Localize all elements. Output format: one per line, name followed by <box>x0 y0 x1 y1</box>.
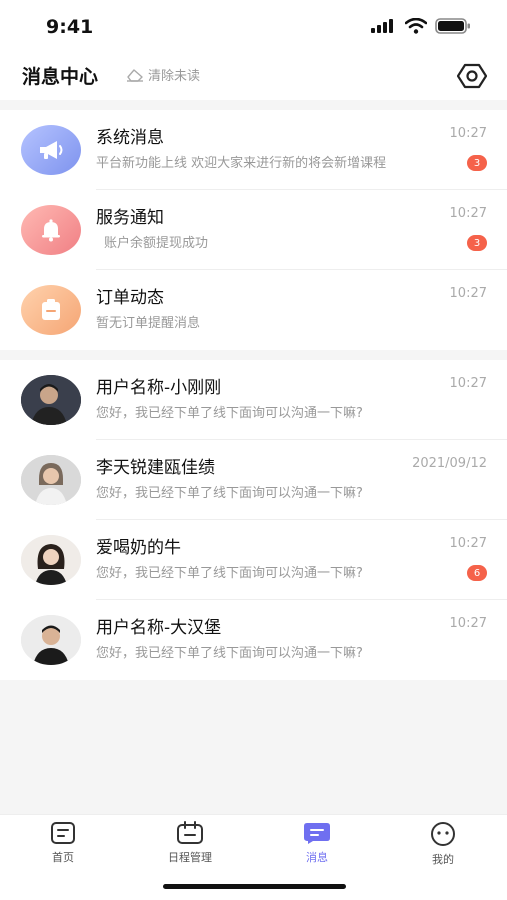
page-title: 消息中心 <box>22 66 99 88</box>
tab-label: 首页 <box>52 851 74 864</box>
order-icon <box>42 299 60 320</box>
chat-time: 10:27 <box>449 376 487 391</box>
chat-time: 10:27 <box>449 616 487 631</box>
home-indicator <box>163 884 346 889</box>
system-avatar <box>21 125 81 175</box>
header: 消息中心 清除未读 <box>0 50 507 100</box>
tab-schedule[interactable]: 日程管理 <box>140 821 240 871</box>
item-title: 服务通知 <box>96 208 164 228</box>
clear-unread-label: 清除未读 <box>148 69 201 84</box>
item-time: 10:27 <box>449 126 487 141</box>
chat-time: 2021/09/12 <box>412 456 487 471</box>
avatar <box>21 455 81 505</box>
user-photo-icon <box>21 615 81 665</box>
chat-name: 用户名称-大汉堡 <box>96 618 222 638</box>
wifi-icon <box>405 18 427 34</box>
status-bar: 9:41 <box>0 0 507 50</box>
bell-icon <box>42 219 60 242</box>
chat-preview: 您好，我已经下单了线下面询可以沟通一下嘛? <box>96 406 363 421</box>
list-item-order[interactable]: 订单动态 暂无订单提醒消息 10:27 <box>0 270 507 350</box>
item-title: 系统消息 <box>96 128 164 148</box>
item-time: 10:27 <box>449 206 487 221</box>
unread-badge: 3 <box>467 235 487 251</box>
tab-messages[interactable]: 消息 <box>267 821 367 871</box>
system-messages-section: 系统消息 平台新功能上线 欢迎大家来进行新的将会新增课程 10:27 3 服务通… <box>0 110 507 350</box>
message-icon <box>304 823 330 844</box>
unread-badge: 3 <box>467 155 487 171</box>
unread-badge: 6 <box>467 565 487 581</box>
chat-item[interactable]: 李天锐建瓯佳绩 您好，我已经下单了线下面询可以沟通一下嘛? 2021/09/12 <box>0 440 507 520</box>
clear-unread-button[interactable]: 清除未读 <box>126 65 200 84</box>
avatar <box>21 615 81 665</box>
chat-item[interactable]: 爱喝奶的牛 您好，我已经下单了线下面询可以沟通一下嘛? 10:27 6 <box>0 520 507 600</box>
order-avatar <box>21 285 81 335</box>
megaphone-icon <box>40 141 63 159</box>
chat-name: 爱喝奶的牛 <box>96 538 181 558</box>
item-time: 10:27 <box>449 286 487 301</box>
item-preview: 平台新功能上线 欢迎大家来进行新的将会新增课程 <box>96 156 387 171</box>
eraser-icon <box>127 68 143 82</box>
chat-name: 李天锐建瓯佳绩 <box>96 458 215 478</box>
avatar <box>21 535 81 585</box>
profile-icon <box>431 822 455 846</box>
tab-home[interactable]: 首页 <box>13 821 113 871</box>
item-preview: 暂无订单提醒消息 <box>96 316 201 331</box>
calendar-icon <box>177 821 203 844</box>
tab-label: 我的 <box>432 853 454 866</box>
chat-item[interactable]: 用户名称-小刚刚 您好，我已经下单了线下面询可以沟通一下嘛? 10:27 <box>0 360 507 440</box>
home-icon <box>51 822 75 844</box>
status-icons <box>371 18 471 34</box>
chat-item[interactable]: 用户名称-大汉堡 您好，我已经下单了线下面询可以沟通一下嘛? 10:27 <box>0 600 507 680</box>
battery-icon <box>435 18 470 34</box>
chat-name: 用户名称-小刚刚 <box>96 378 222 398</box>
chats-section: 用户名称-小刚刚 您好，我已经下单了线下面询可以沟通一下嘛? 10:27 李天锐… <box>0 360 507 680</box>
user-photo-icon <box>21 535 81 585</box>
status-time: 9:41 <box>46 16 94 38</box>
list-item-service[interactable]: 服务通知 账户余额提现成功 10:27 3 <box>0 190 507 270</box>
user-photo-icon <box>21 455 81 505</box>
chat-preview: 您好，我已经下单了线下面询可以沟通一下嘛? <box>96 566 363 581</box>
chat-preview: 您好，我已经下单了线下面询可以沟通一下嘛? <box>96 646 363 661</box>
chat-preview: 您好，我已经下单了线下面询可以沟通一下嘛? <box>96 486 363 501</box>
tab-label: 消息 <box>306 851 328 864</box>
tab-label: 日程管理 <box>168 851 212 864</box>
user-photo-icon <box>21 375 81 425</box>
item-title: 订单动态 <box>96 288 164 308</box>
chat-time: 10:27 <box>449 536 487 551</box>
signal-icon <box>371 19 393 33</box>
settings-button[interactable] <box>456 61 488 91</box>
settings-icon <box>456 63 488 89</box>
list-item-system[interactable]: 系统消息 平台新功能上线 欢迎大家来进行新的将会新增课程 10:27 3 <box>0 110 507 190</box>
tab-profile[interactable]: 我的 <box>393 821 493 871</box>
avatar <box>21 375 81 425</box>
service-avatar <box>21 205 81 255</box>
item-preview: 账户余额提现成功 <box>104 236 209 251</box>
